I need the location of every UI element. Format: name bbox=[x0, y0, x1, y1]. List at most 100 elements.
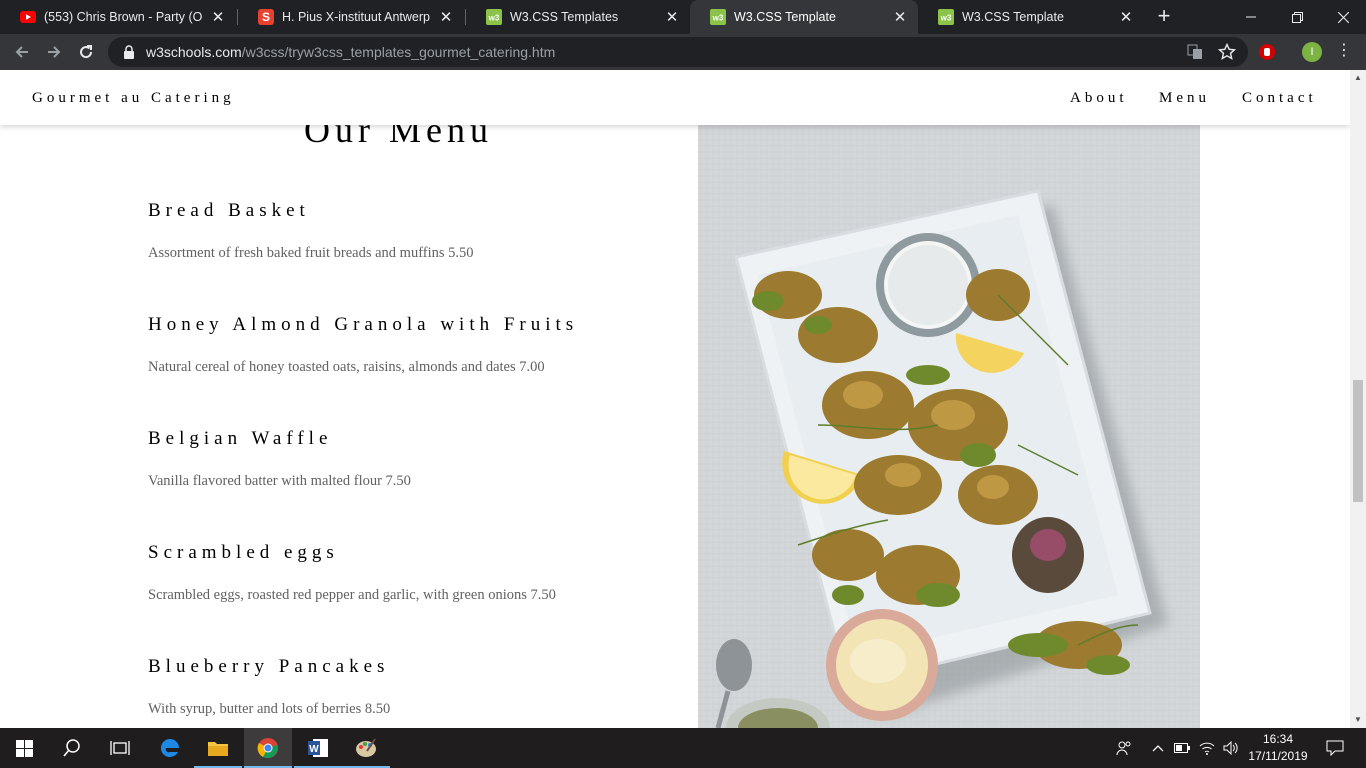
tab-title: W3.CSS Template bbox=[734, 10, 836, 24]
battery-icon bbox=[1174, 743, 1190, 753]
new-tab-button[interactable]: + bbox=[1152, 5, 1176, 29]
search-icon bbox=[63, 739, 80, 757]
chevron-up-icon bbox=[1152, 745, 1164, 752]
svg-text:W: W bbox=[309, 744, 319, 755]
nav-about-link[interactable]: About bbox=[1070, 90, 1128, 107]
back-button[interactable] bbox=[8, 38, 36, 66]
menu-item-description: Natural cereal of honey toasted oats, ra… bbox=[148, 359, 545, 375]
tab-title: (553) Chris Brown - Party (Offic bbox=[44, 10, 202, 24]
wifi-status[interactable] bbox=[1196, 728, 1218, 768]
translate-icon bbox=[1187, 44, 1202, 59]
scroll-up-icon[interactable]: ▲ bbox=[1350, 70, 1366, 86]
minimize-icon bbox=[1246, 16, 1256, 18]
tab-smartschool[interactable]: S H. Pius X-instituut Antwerpen ✕ bbox=[238, 0, 464, 34]
svg-text:w3: w3 bbox=[488, 14, 500, 23]
start-button[interactable] bbox=[0, 728, 48, 768]
page-scrollbar[interactable]: ▲ ▼ bbox=[1350, 70, 1366, 728]
chrome-icon bbox=[257, 738, 278, 759]
w3schools-icon: w3 bbox=[486, 9, 502, 25]
notification-icon bbox=[1326, 740, 1344, 756]
adblock-extension-button[interactable] bbox=[1257, 42, 1277, 62]
wifi-icon bbox=[1199, 742, 1215, 755]
close-icon[interactable]: ✕ bbox=[1118, 9, 1134, 26]
scroll-down-icon[interactable]: ▼ bbox=[1350, 712, 1366, 728]
close-window-button[interactable] bbox=[1320, 0, 1366, 34]
tab-title: W3.CSS Template bbox=[962, 10, 1064, 24]
menu-item-name: Belgian Waffle bbox=[148, 428, 333, 449]
speaker-icon bbox=[1223, 741, 1238, 755]
tab-youtube[interactable]: (553) Chris Brown - Party (Offic ✕ bbox=[0, 0, 236, 34]
folder-icon bbox=[208, 742, 228, 756]
profile-avatar[interactable]: I bbox=[1302, 42, 1322, 62]
menu-item-description: Vanilla flavored batter with malted flou… bbox=[148, 473, 411, 489]
arrow-left-icon bbox=[15, 46, 28, 58]
food-photo bbox=[698, 125, 1200, 728]
browser-tab-strip: (553) Chris Brown - Party (Offic ✕ S H. … bbox=[0, 0, 1366, 34]
url-host: w3schools.com bbox=[146, 44, 242, 60]
restore-button[interactable] bbox=[1274, 0, 1320, 34]
action-center-button[interactable] bbox=[1320, 728, 1350, 768]
restore-icon bbox=[1291, 11, 1303, 23]
tab-w3css-template-active[interactable]: w3 W3.CSS Template ✕ bbox=[690, 0, 918, 34]
menu-item-name: Honey Almond Granola with Fruits bbox=[148, 314, 579, 335]
forward-button[interactable] bbox=[40, 38, 68, 66]
task-view-icon bbox=[110, 741, 130, 755]
windows-logo-icon bbox=[15, 739, 33, 757]
tab-title: W3.CSS Templates bbox=[510, 10, 619, 24]
tab-w3css-templates[interactable]: w3 W3.CSS Templates ✕ bbox=[466, 0, 690, 34]
w3schools-icon: w3 bbox=[938, 9, 954, 25]
browser-toolbar: w3schools.com/w3css/tryw3css_templates_g… bbox=[0, 34, 1366, 70]
lock-icon bbox=[124, 45, 134, 59]
task-view-button[interactable] bbox=[96, 728, 144, 768]
chrome-button[interactable] bbox=[244, 728, 292, 768]
tab-title: H. Pius X-instituut Antwerpen bbox=[282, 10, 430, 24]
word-button[interactable]: W bbox=[294, 728, 342, 768]
close-icon[interactable]: ✕ bbox=[438, 9, 454, 26]
close-icon[interactable]: ✕ bbox=[210, 9, 226, 26]
nav-contact-link[interactable]: Contact bbox=[1242, 90, 1317, 107]
url-text: w3schools.com/w3css/tryw3css_templates_g… bbox=[146, 44, 555, 60]
minimize-button[interactable] bbox=[1228, 0, 1274, 34]
site-navbar: Gourmet au Catering About Menu Contact bbox=[0, 70, 1350, 125]
menu-item-name: Bread Basket bbox=[148, 200, 310, 221]
paint-palette-icon bbox=[356, 738, 376, 757]
edge-button[interactable] bbox=[146, 728, 194, 768]
word-icon: W bbox=[308, 739, 328, 757]
url-path: /w3css/tryw3css_templates_gourmet_cateri… bbox=[241, 44, 556, 60]
nav-menu-link[interactable]: Menu bbox=[1159, 90, 1210, 107]
smartschool-icon: S bbox=[258, 9, 274, 25]
clock-time: 16:34 bbox=[1262, 732, 1294, 746]
close-icon[interactable]: ✕ bbox=[664, 9, 680, 26]
clock-date: 17/11/2019 bbox=[1248, 749, 1308, 763]
people-button[interactable] bbox=[1112, 728, 1136, 768]
show-hidden-icons-button[interactable] bbox=[1148, 728, 1168, 768]
edge-icon bbox=[160, 738, 179, 757]
more-options-button[interactable]: ⋮ bbox=[1334, 42, 1354, 62]
windows-taskbar: W 16:34 17/11/2019 bbox=[0, 728, 1366, 768]
reload-icon bbox=[80, 45, 93, 59]
youtube-icon bbox=[20, 9, 36, 25]
menu-item-description: Assortment of fresh baked fruit breads a… bbox=[148, 245, 474, 261]
star-icon bbox=[1218, 43, 1236, 60]
translate-button[interactable] bbox=[1185, 42, 1205, 62]
w3schools-icon: w3 bbox=[710, 9, 726, 25]
menu-item-name: Scrambled eggs bbox=[148, 542, 339, 563]
system-clock[interactable]: 16:34 17/11/2019 bbox=[1238, 731, 1318, 765]
paint-button[interactable] bbox=[342, 728, 390, 768]
bookmark-button[interactable] bbox=[1217, 42, 1237, 62]
scrollbar-thumb[interactable] bbox=[1353, 380, 1363, 502]
battery-status[interactable] bbox=[1172, 728, 1192, 768]
reload-button[interactable] bbox=[72, 38, 100, 66]
menu-item-name: Blueberry Pancakes bbox=[148, 656, 390, 677]
close-icon[interactable]: ✕ bbox=[892, 9, 908, 26]
address-bar[interactable]: w3schools.com/w3css/tryw3css_templates_g… bbox=[108, 37, 1248, 67]
stop-hand-icon bbox=[1259, 44, 1275, 60]
search-button[interactable] bbox=[48, 728, 96, 768]
svg-text:w3: w3 bbox=[940, 14, 952, 23]
site-brand-link[interactable]: Gourmet au Catering bbox=[32, 90, 235, 107]
file-explorer-button[interactable] bbox=[194, 728, 242, 768]
menu-item-description: Scrambled eggs, roasted red pepper and g… bbox=[148, 587, 556, 603]
arrow-right-icon bbox=[48, 46, 61, 58]
menu-item-description: With syrup, butter and lots of berries 8… bbox=[148, 701, 391, 717]
tab-w3css-template[interactable]: w3 W3.CSS Template ✕ bbox=[918, 0, 1144, 34]
